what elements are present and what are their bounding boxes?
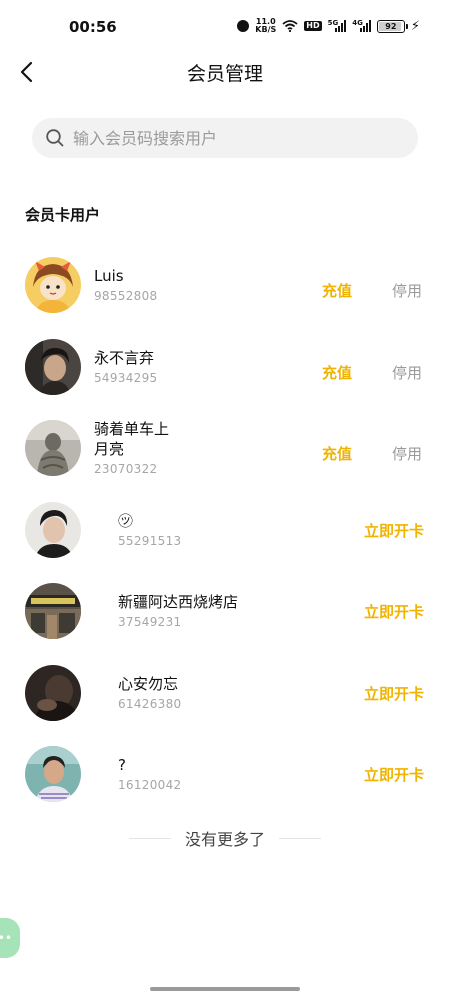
avatar xyxy=(25,664,81,721)
member-name: Luis xyxy=(94,267,124,286)
member-info: 骑着单车上 月亮 23070322 xyxy=(94,407,169,489)
member-info: 心安勿忘 61426380 xyxy=(118,652,181,734)
open-card-button[interactable]: 立即开卡 xyxy=(364,520,424,541)
member-list: Luis 98552808 充值 停用 永不言弃 54934295 充值 停用 xyxy=(0,244,450,815)
list-item[interactable]: ? 16120042 立即开卡 xyxy=(0,733,450,815)
avatar xyxy=(25,583,81,639)
member-name: ㋡ xyxy=(118,511,134,530)
list-item[interactable]: 骑着单车上 月亮 23070322 充值 停用 xyxy=(0,407,450,489)
alarm-icon xyxy=(237,20,250,32)
member-name: 骑着单车上 月亮 xyxy=(94,420,170,459)
header: 会员管理 xyxy=(0,50,450,94)
avatar xyxy=(25,746,81,802)
net-speed: 11.0 KB/S xyxy=(255,18,276,34)
disable-button[interactable]: 停用 xyxy=(392,362,422,383)
open-card-button[interactable]: 立即开卡 xyxy=(364,683,424,704)
member-code: 23070322 xyxy=(94,462,158,477)
member-code: 61426380 xyxy=(118,696,182,711)
avatar xyxy=(25,501,81,558)
list-item[interactable]: ㋡ 55291513 立即开卡 xyxy=(0,489,450,571)
member-info: 新疆阿达西烧烤店 37549231 xyxy=(118,570,238,652)
battery-icon: 92 xyxy=(376,19,408,33)
member-code: 37549231 xyxy=(118,615,182,630)
signal-1-icon: 5G xyxy=(328,20,347,32)
member-name: 新疆阿达西烧烤店 xyxy=(118,593,239,612)
member-name: 心安勿忘 xyxy=(118,674,179,693)
floating-assist-button[interactable]: •• xyxy=(0,918,20,958)
battery-text: 92 xyxy=(385,21,397,31)
member-name: 永不言弃 xyxy=(94,348,155,367)
list-item[interactable]: 永不言弃 54934295 充值 停用 xyxy=(0,326,450,408)
member-code: 16120042 xyxy=(118,778,182,793)
page-title: 会员管理 xyxy=(186,63,263,85)
open-card-button[interactable]: 立即开卡 xyxy=(364,764,424,785)
avatar xyxy=(25,338,81,395)
list-item[interactable]: 新疆阿达西烧烤店 37549231 立即开卡 xyxy=(0,570,450,652)
member-info: 永不言弃 54934295 xyxy=(94,326,157,408)
avatar xyxy=(25,420,81,476)
section-title: 会员卡用户 xyxy=(25,206,101,224)
member-info: ㋡ 55291513 xyxy=(118,489,181,571)
recharge-button[interactable]: 充值 xyxy=(322,362,352,383)
man-portrait-avatar-icon xyxy=(25,338,81,395)
wifi-icon xyxy=(282,20,298,32)
search-box[interactable] xyxy=(32,118,418,158)
young-man-avatar-icon xyxy=(25,501,81,558)
status-bar: 00:56 11.0 KB/S HD 5G 4G 92 ⚡ xyxy=(0,0,450,56)
status-time: 00:56 xyxy=(69,18,117,36)
charging-icon: ⚡ xyxy=(410,18,420,34)
member-info: ? 16120042 xyxy=(118,733,181,815)
member-info: Luis 98552808 xyxy=(94,244,157,326)
hd-icon: HD xyxy=(304,21,322,31)
member-code: 54934295 xyxy=(94,370,158,385)
disable-button[interactable]: 停用 xyxy=(392,280,422,301)
divider xyxy=(128,837,171,839)
cartoon-girl-avatar-icon xyxy=(25,257,81,313)
avatar xyxy=(25,257,81,313)
status-icons: 11.0 KB/S HD 5G 4G 92 ⚡ xyxy=(237,18,420,34)
shop-front-avatar-icon xyxy=(25,583,81,639)
divider xyxy=(279,837,321,839)
recharge-button[interactable]: 充值 xyxy=(322,280,352,301)
net-speed-unit: KB/S xyxy=(255,25,277,34)
outdoor-man-avatar-icon xyxy=(25,746,81,802)
member-code: 98552808 xyxy=(94,289,158,304)
statue-avatar-icon xyxy=(25,420,81,476)
dots-icon: •• xyxy=(0,931,12,945)
home-indicator[interactable] xyxy=(150,987,300,991)
search-icon xyxy=(46,129,64,147)
list-item[interactable]: Luis 98552808 充值 停用 xyxy=(0,244,450,326)
list-item[interactable]: 心安勿忘 61426380 立即开卡 xyxy=(0,652,450,734)
no-more-indicator: 没有更多了 xyxy=(0,826,450,850)
no-more-text: 没有更多了 xyxy=(184,830,265,849)
member-code: 55291513 xyxy=(118,533,182,548)
search-input[interactable] xyxy=(71,127,395,149)
dark-photo-avatar-icon xyxy=(25,664,81,721)
member-name: ? xyxy=(118,756,126,775)
recharge-button[interactable]: 充值 xyxy=(322,443,352,464)
open-card-button[interactable]: 立即开卡 xyxy=(364,601,424,622)
disable-button[interactable]: 停用 xyxy=(392,443,422,464)
signal-2-icon: 4G xyxy=(352,20,371,32)
